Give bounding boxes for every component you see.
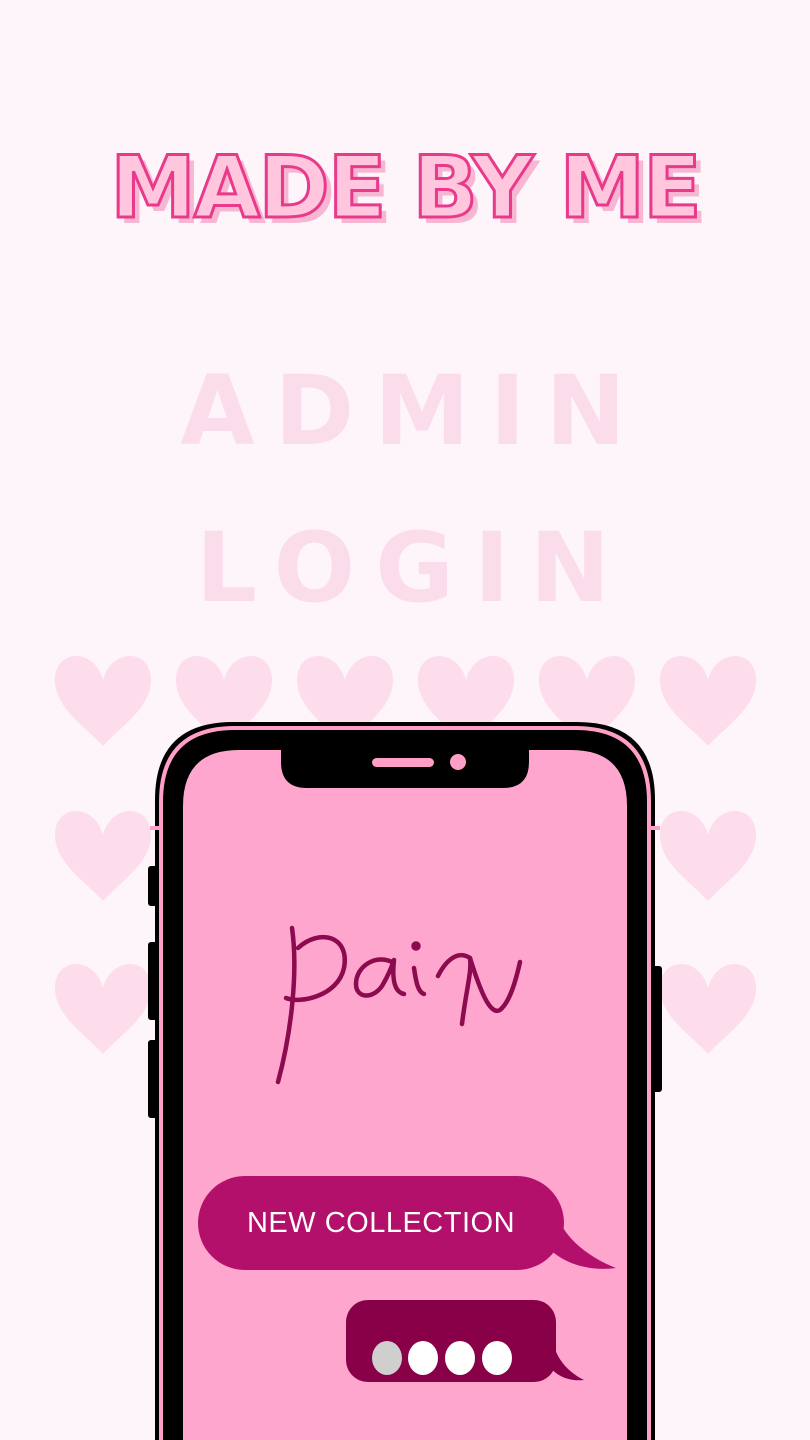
new-collection-label: NEW COLLECTION — [246, 1207, 516, 1239]
typing-indicator-bubble — [346, 1300, 584, 1382]
camera-icon — [450, 754, 466, 770]
app-wordmark-logo — [275, 925, 523, 1085]
login-splash-screen: MADE BY ME ADMIN LOGIN NEW COLLECTION — [0, 0, 810, 1440]
speaker-grille-icon — [372, 758, 434, 767]
